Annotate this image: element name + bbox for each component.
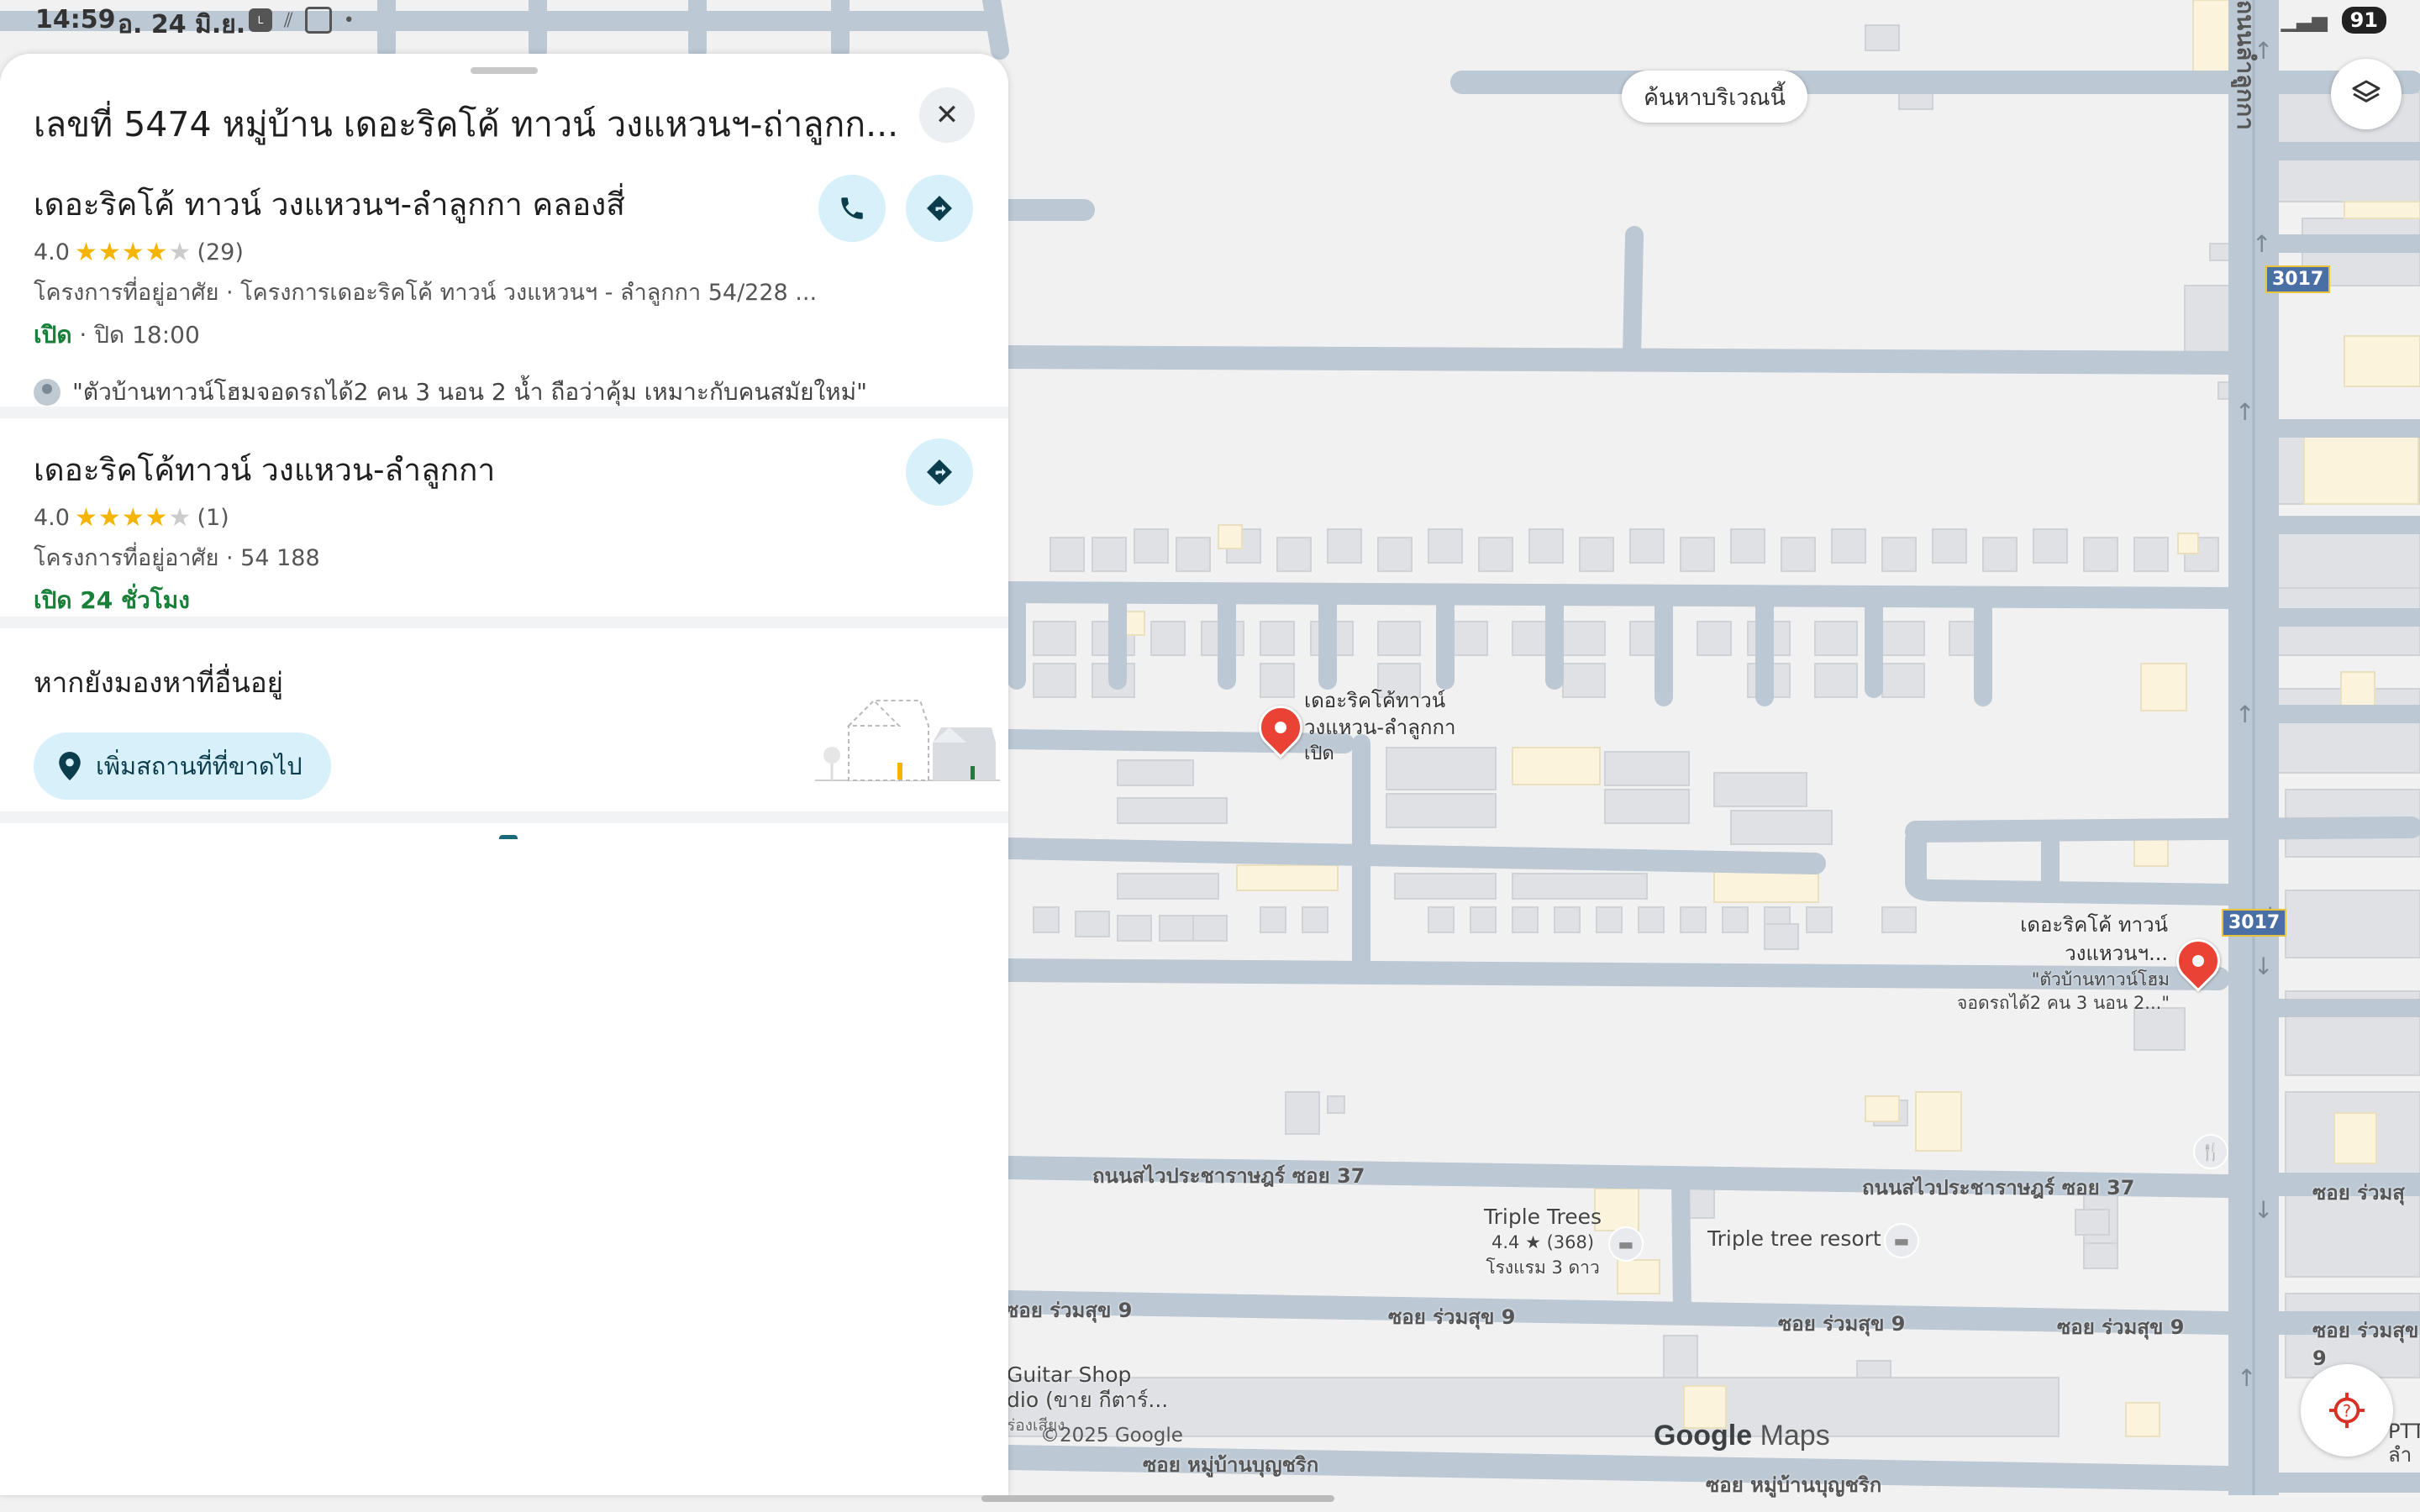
svg-text:↓: ↓ (2254, 953, 2273, 980)
road-label: ซอย หมู่บ้านบุญชริก (1706, 1473, 1882, 1497)
road-label: ซอย ร่วมสุ (2312, 1181, 2405, 1205)
place-list-panel: เลขที่ 5474 หมู่บ้าน เดอะริคโค้ ทาวน์ วง… (0, 54, 1008, 1495)
layers-button[interactable] (2331, 59, 2402, 129)
divider (0, 617, 1008, 628)
status-date: อ. 24 มิ.ย. (118, 10, 246, 39)
road-label: ซอย หมู่บ้านบุญชริก (1143, 1453, 1319, 1477)
pin-label[interactable]: เดอะริคโค้ ทาวน์ วงแหวนฯ... (1933, 911, 2168, 968)
svg-text:↑: ↑ (2237, 1364, 2256, 1392)
road-label: ถนนสไวประชาราษฎร์ ซอย 37 (1092, 1164, 1365, 1188)
svg-text:↑: ↑ (2235, 398, 2254, 426)
looking-for-heading: หากยังมองหาที่อื่นอยู่ (34, 666, 283, 699)
poi-triple-trees[interactable]: Triple Trees 4.4 ★ (368) โรงแรม 3 ดาว (1484, 1205, 1602, 1280)
svg-text:↑: ↑ (2235, 701, 2254, 728)
pin-label[interactable]: เดอะริคโค้ทาวน์ วงแหวน-ลำลูกกา เปิด (1304, 687, 1455, 768)
close-icon: ✕ (934, 98, 960, 132)
location-crosshair-icon: ? (2328, 1392, 2365, 1429)
road-label: ซอย ร่วมสุข 9 (1778, 1312, 1906, 1336)
phone-icon (841, 197, 863, 219)
rating-stars: ★★★★★ (74, 238, 192, 267)
screenshot-icon (304, 7, 332, 34)
directions-icon (927, 196, 952, 221)
battery-indicator: 91 (2341, 7, 2386, 34)
status-bar: 14:59 อ. 24 มิ.ย. L ⫽ • ▁▃▅ 91 (0, 0, 2420, 47)
svg-text:↓: ↓ (2254, 1196, 2273, 1224)
close-button[interactable]: ✕ (919, 87, 975, 143)
road-label: ซอย ร่วมสุข 9 (1005, 1299, 1133, 1322)
status-time: 14:59 (35, 5, 116, 34)
route-badge: 3017 (2265, 265, 2331, 293)
add-missing-place-button[interactable]: เพิ่มสถานที่ที่ขาดไป (34, 732, 331, 800)
loading-spinner (499, 835, 518, 846)
search-this-area-button[interactable]: ค้นหาบริเวณนี้ (1622, 71, 1808, 123)
copyright: ©2025 Google (1040, 1425, 1183, 1446)
place-category: โครงการที่อยู่อาศัย · 54 188 (34, 545, 320, 571)
pin-icon (59, 752, 81, 780)
notification-icons: L ⫽ • (249, 7, 355, 34)
directions-button[interactable] (906, 175, 973, 242)
hotel-icon[interactable]: ▬ (1608, 1226, 1644, 1262)
drag-handle[interactable] (471, 67, 538, 74)
more-dot-icon: • (343, 9, 355, 31)
my-location-button[interactable]: ? (2301, 1364, 2393, 1457)
place-rating: 4.0 ★★★★★ (29) (34, 238, 244, 267)
route-badge: 3017 (2222, 909, 2287, 937)
restaurant-icon[interactable]: 🍴 (2193, 1134, 2228, 1169)
hashtag-icon: ⫽ (284, 8, 293, 32)
svg-text:↑: ↑ (2252, 230, 2271, 258)
home-indicator[interactable] (981, 1495, 1334, 1502)
directions-icon (927, 459, 952, 485)
svg-text:?: ? (2343, 1402, 2351, 1421)
result-card[interactable]: เดอะริคโค้ทาวน์ วงแหวน-ลำลูกกา 4.0 ★★★★★… (34, 445, 975, 619)
place-name[interactable]: เดอะริคโค้ทาวน์ วงแหวน-ลำลูกกา (34, 445, 975, 495)
road-label: ถนนสไวประชาราษฎร์ ซอย 37 (1862, 1176, 2135, 1200)
opening-hours: เปิด 24 ชั่วโมง (34, 586, 190, 614)
avatar (34, 379, 60, 406)
place-category: โครงการที่อยู่อาศัย · โครงการเดอะริคโค้ … (34, 280, 818, 306)
poi-triple-tree-resort[interactable]: Triple tree resort (1707, 1226, 1881, 1251)
divider (0, 811, 1008, 823)
house-illustration (815, 699, 1000, 781)
panel-title: เลขที่ 5474 หมู่บ้าน เดอะริคโค้ ทาวน์ วง… (34, 104, 899, 144)
divider (0, 407, 1008, 418)
road-label: ซอย ร่วมสุข 9 (2312, 1319, 2419, 1370)
place-rating: 4.0 ★★★★★ (1) (34, 503, 229, 533)
poi-ptt[interactable]: PTT ลำ (2388, 1420, 2420, 1467)
signal-icon: ▁▃▅ (2281, 8, 2328, 32)
layers-icon (2352, 80, 2381, 102)
call-button[interactable] (818, 175, 886, 242)
google-maps-logo: Google Maps (1654, 1420, 1830, 1452)
line-app-icon: L (249, 8, 272, 32)
pin-review-snippet: "ตัวบ้านทาวน์โฮม จอดรถได้2 คน 3 นอน 2..." (1957, 969, 2170, 1013)
opening-hours: เปิด · ปิด 18:00 (34, 321, 200, 349)
review-snippet: "ตัวบ้านทาวน์โฮมจอดรถได้2 คน 3 นอน 2 น้ำ… (34, 374, 975, 411)
road-label: ซอย ร่วมสุข 9 (2057, 1315, 2185, 1339)
rating-stars: ★★★★★ (74, 503, 192, 533)
directions-button[interactable] (906, 438, 973, 506)
road-label: ซอย ร่วมสุข 9 (1388, 1305, 1516, 1329)
hotel-icon[interactable]: ▬ (1884, 1223, 1919, 1258)
